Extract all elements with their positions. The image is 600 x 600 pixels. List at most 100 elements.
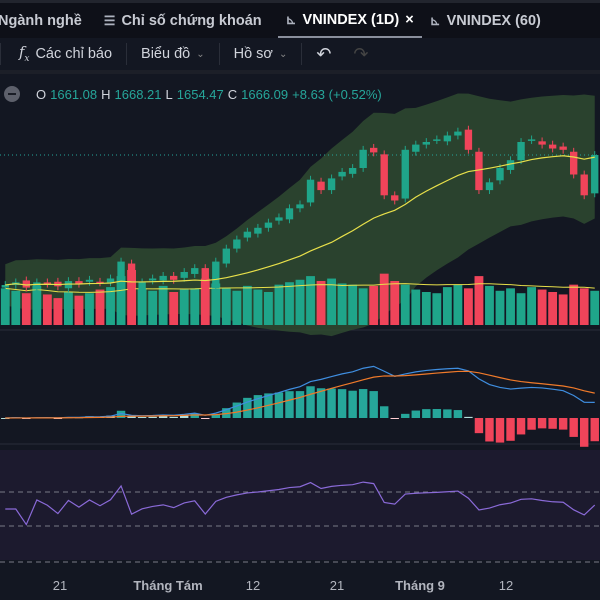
volume-bar (242, 285, 252, 325)
volume-bar (495, 290, 505, 325)
x-tick: 21 (329, 578, 345, 593)
candle (306, 179, 315, 203)
close-label: C (227, 86, 238, 102)
macd-histogram-bar (464, 416, 473, 418)
volume-bar (253, 289, 263, 325)
candle (591, 155, 599, 194)
macd-histogram-bar (380, 406, 389, 418)
indicators-button[interactable]: fx Các chỉ báo (0, 43, 126, 65)
volume-bar (485, 285, 494, 325)
macd-histogram-bar (485, 418, 494, 442)
macd-histogram-bar (401, 413, 410, 418)
volume-bar (264, 292, 273, 325)
low-value: 1654.47 (176, 86, 224, 102)
macd-histogram-bar (422, 409, 431, 418)
volume-bar (369, 285, 379, 325)
profile-label: Hồ sơ (233, 46, 273, 62)
open-value: 1661.08 (50, 86, 98, 102)
candle (22, 280, 30, 288)
collapse-icon[interactable] (4, 86, 20, 102)
candle (127, 263, 136, 291)
volume-bar (464, 288, 473, 325)
chevron-down-icon: ⌄ (278, 48, 288, 60)
volume-bar (0, 288, 10, 325)
candle (580, 174, 588, 196)
macd-histogram-bar (569, 418, 578, 437)
volume-bar (411, 289, 421, 325)
macd-histogram-bar (558, 418, 568, 430)
volume-bar (548, 292, 558, 325)
candle (391, 195, 399, 201)
volume-bar (569, 284, 579, 325)
candle (401, 149, 409, 199)
candle (264, 222, 273, 228)
macd-histogram-bar (590, 418, 599, 442)
candle (138, 282, 146, 291)
tab-nganh-nghe[interactable]: Ngành nghề (0, 3, 90, 38)
candle (443, 135, 452, 142)
candle (454, 131, 462, 136)
tab-vnindex-60[interactable]: ⊾ VNINDEX (60) (422, 3, 549, 38)
volume-bar (148, 290, 158, 325)
macd-histogram-bar (306, 386, 315, 418)
macd-histogram-bar (137, 417, 147, 419)
high-label: H (101, 86, 111, 102)
macd-histogram-bar (537, 418, 547, 429)
volume-bar (337, 283, 347, 325)
volume-bar (432, 293, 442, 325)
candle (348, 168, 357, 174)
macd-histogram-bar (453, 410, 463, 418)
function-icon: fx (19, 44, 30, 64)
volume-bar (21, 293, 31, 325)
macd-histogram-bar (285, 391, 294, 418)
candle (338, 171, 346, 177)
volume-bar (64, 292, 73, 325)
candle (222, 248, 230, 264)
change-value: +8.63 (+0.52%) (292, 86, 382, 102)
chart-type-dropdown[interactable]: Biểu đồ ⌄ (126, 43, 219, 65)
volume-bar (358, 288, 368, 325)
volume-bar (42, 294, 52, 325)
volume-bar (53, 298, 63, 325)
undo-icon[interactable]: ↶ (316, 44, 331, 65)
candle (422, 142, 430, 145)
candle (548, 144, 557, 149)
volume-bar (558, 294, 568, 325)
volume-bar (348, 284, 358, 325)
indicators-label: Các chỉ báo (35, 46, 113, 62)
list-icon: ☰ (103, 12, 116, 28)
candle (159, 275, 167, 281)
macd-histogram-bar (506, 418, 515, 441)
candle (296, 204, 304, 209)
candle (559, 146, 567, 150)
low-label: L (165, 86, 173, 102)
macd-histogram-bar (337, 389, 347, 418)
price-chart[interactable] (0, 78, 600, 572)
macd-histogram-bar (443, 409, 452, 418)
volume-bar (158, 285, 168, 325)
close-icon[interactable]: × (405, 12, 413, 28)
x-tick: 21 (52, 578, 68, 593)
tab-vnindex-1d[interactable]: ⊾ VNINDEX (1D) × (277, 3, 422, 38)
profile-dropdown[interactable]: Hồ sơ ⌄ (218, 43, 302, 65)
macd-histogram-bar (369, 391, 378, 418)
tab-label: VNINDEX (60) (446, 12, 541, 29)
tab-chi-so[interactable]: ☰ Chỉ số chứng khoán (96, 3, 270, 38)
candle (180, 272, 188, 278)
toolbar: fx Các chỉ báo Biểu đồ ⌄ Hồ sơ ⌄ ↶ ↷ (0, 38, 600, 74)
redo-icon[interactable]: ↷ (353, 44, 368, 65)
volume-bar (285, 282, 294, 325)
tab-label: VNINDEX (1D) (302, 11, 400, 28)
candle (191, 268, 199, 274)
open-label: O (36, 86, 47, 102)
candle (485, 182, 494, 191)
candle (359, 149, 367, 168)
candle (1, 285, 9, 288)
candle (117, 261, 125, 277)
volume-bar (379, 273, 389, 325)
volume-bar (506, 288, 515, 325)
macd-histogram-bar (548, 418, 557, 429)
rsi-band (0, 450, 600, 560)
volume-bar (316, 281, 326, 325)
macd-histogram-bar (169, 416, 178, 418)
